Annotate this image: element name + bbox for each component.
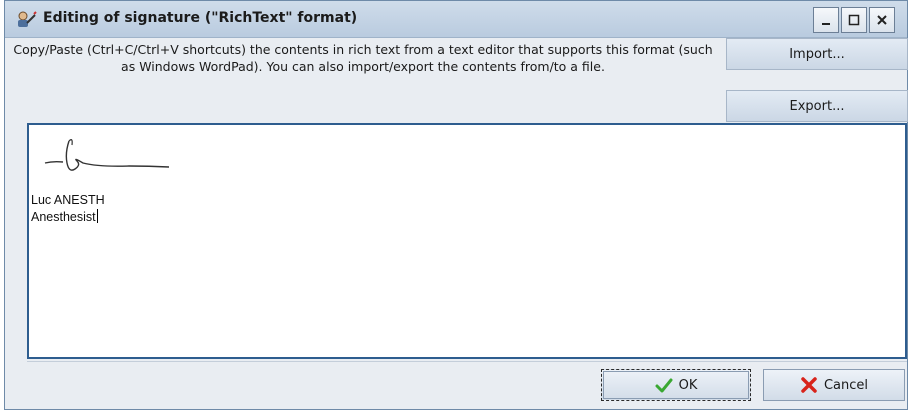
window-title: Editing of signature ("RichText" format) bbox=[43, 10, 358, 26]
title-bar[interactable]: Editing of signature ("RichText" format) bbox=[5, 1, 907, 38]
checkmark-icon bbox=[655, 378, 673, 393]
instructions-text: Copy/Paste (Ctrl+C/Ctrl+V shortcuts) the… bbox=[13, 42, 713, 74]
minimize-button[interactable] bbox=[813, 7, 839, 33]
cancel-button[interactable]: Cancel bbox=[763, 369, 905, 401]
ok-label: OK bbox=[678, 377, 698, 393]
maximize-button[interactable] bbox=[841, 7, 867, 33]
signature-app-icon bbox=[18, 11, 37, 27]
export-button[interactable]: Export... bbox=[726, 90, 908, 122]
import-button[interactable]: Import... bbox=[726, 38, 908, 70]
ok-button[interactable]: OK bbox=[601, 369, 751, 401]
signer-name: Luc ANESTH bbox=[31, 193, 105, 207]
signer-role: Anesthesist bbox=[31, 210, 96, 224]
close-icon bbox=[877, 15, 887, 25]
maximize-icon bbox=[848, 14, 860, 26]
footer-divider bbox=[27, 361, 907, 362]
close-button[interactable] bbox=[869, 7, 895, 33]
minimize-icon bbox=[822, 23, 830, 25]
cancel-x-icon bbox=[801, 377, 817, 393]
signer-role-line: Anesthesist bbox=[31, 209, 98, 224]
text-caret bbox=[96, 209, 98, 223]
handwritten-signature-image bbox=[44, 139, 170, 171]
cancel-label: Cancel bbox=[823, 377, 869, 393]
signature-editor-dialog: Editing of signature ("RichText" format)… bbox=[4, 0, 908, 410]
rich-text-editor[interactable]: Luc ANESTH Anesthesist bbox=[27, 123, 907, 359]
